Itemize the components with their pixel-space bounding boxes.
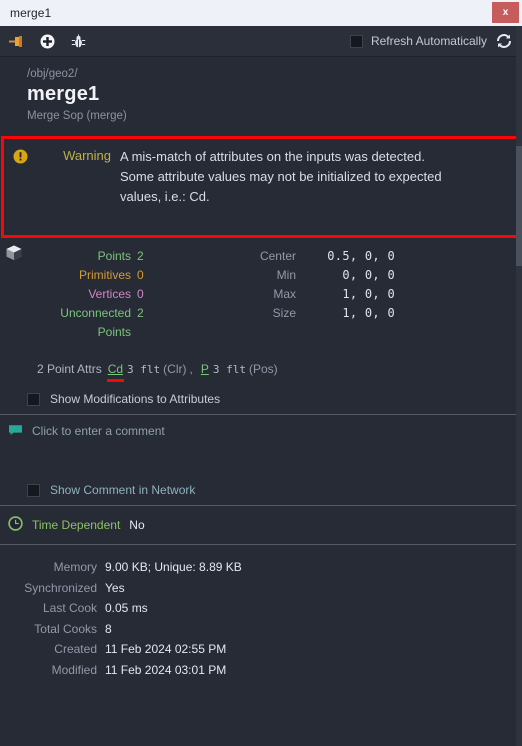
- scrollbar-thumb[interactable]: [516, 146, 522, 266]
- info-label: Last Cook: [42, 601, 97, 615]
- info-value: 0.05 ms: [105, 601, 148, 615]
- point-attrs-count: 2 Point Attrs: [37, 362, 102, 376]
- info-row-last-cook: Last Cook 0.05 ms: [0, 598, 522, 619]
- stat-row-center: Center 0.5, 0, 0: [237, 247, 417, 266]
- title-bar: merge1 x: [0, 0, 522, 26]
- info-row-total-cooks: Total Cooks 8: [0, 619, 522, 640]
- stat-label: Center: [259, 249, 296, 263]
- warning-box: Warning A mis-match of attributes on the…: [1, 136, 521, 238]
- comment-row[interactable]: Click to enter a comment: [0, 415, 522, 477]
- stat-value: 2: [137, 306, 144, 320]
- info-value: 11 Feb 2024 02:55 PM: [105, 642, 227, 656]
- geometry-left-column: Points 2 Primitives 0 Vertices 0 Unconne…: [27, 247, 237, 342]
- point-attrs-row: 2 Point Attrs Cd 3 flt (Clr) , P 3 flt (…: [0, 348, 522, 386]
- stat-row-points: Points 2: [27, 247, 237, 266]
- warning-icon: [10, 147, 30, 235]
- info-label: Memory: [53, 560, 97, 574]
- stat-label: Max: [273, 287, 296, 301]
- stat-value: 0.5, 0, 0: [327, 249, 395, 263]
- show-comment-in-network-label: Show Comment in Network: [50, 483, 196, 497]
- info-value: 8: [105, 621, 112, 636]
- info-label: Total Cooks: [34, 621, 97, 636]
- info-value: 9.00 KB; Unique: 8.89 KB: [105, 560, 242, 574]
- stat-value: 0: [137, 287, 144, 301]
- stat-row-max: Max 1, 0, 0: [237, 285, 417, 304]
- time-dependent-label: Time Dependent: [32, 518, 121, 532]
- attr-cd[interactable]: Cd: [106, 362, 125, 382]
- stat-label: Min: [276, 268, 296, 282]
- time-dependent-row: Time Dependent No: [0, 506, 522, 544]
- warning-label: Warning: [63, 148, 111, 163]
- comment-input[interactable]: Click to enter a comment: [32, 423, 165, 438]
- stat-value: 1, 0, 0: [342, 287, 395, 301]
- warning-body: Warning A mis-match of attributes on the…: [30, 147, 461, 235]
- info-row-created: Created 11 Feb 2024 02:55 PM: [0, 639, 522, 660]
- attr-cd-meta: 3 flt: [127, 363, 161, 376]
- stat-label: Primitives: [78, 268, 131, 282]
- attr-cd-kind: (Clr): [163, 362, 187, 376]
- comment-icon: [8, 423, 23, 443]
- attr-p-kind: (Pos): [248, 362, 278, 376]
- info-value: Yes: [105, 580, 125, 595]
- node-header: /obj/geo2/ merge1 Merge Sop (merge): [0, 57, 522, 136]
- attr-p[interactable]: P: [201, 362, 209, 376]
- show-modifications-checkbox[interactable]: [27, 392, 40, 406]
- pin-icon[interactable]: [8, 33, 25, 50]
- window-title: merge1: [10, 6, 52, 20]
- show-modifications-label: Show Modifications to Attributes: [50, 392, 221, 406]
- stat-row-vertices: Vertices 0: [27, 285, 237, 304]
- stat-value: 2: [137, 249, 144, 263]
- node-path: /obj/geo2/: [27, 68, 78, 80]
- refresh-automatically-label: Refresh Automatically: [370, 34, 487, 48]
- attr-separator: ,: [189, 362, 193, 376]
- info-row-memory: Memory 9.00 KB; Unique: 8.89 KB: [0, 557, 522, 578]
- bug-icon[interactable]: [70, 33, 87, 50]
- toolbar: Refresh Automatically: [0, 26, 522, 57]
- info-label: Created: [54, 642, 97, 656]
- geometry-stats: Points 2 Primitives 0 Vertices 0 Unconne…: [0, 238, 522, 348]
- stat-value: 0, 0, 0: [342, 268, 395, 282]
- cube-icon: [5, 244, 23, 262]
- stat-label: Points: [97, 249, 131, 263]
- stat-row-size: Size 1, 0, 0: [237, 304, 417, 323]
- info-table: Memory 9.00 KB; Unique: 8.89 KB Synchron…: [0, 545, 522, 680]
- info-row-modified: Modified 11 Feb 2024 03:01 PM: [0, 660, 522, 681]
- stat-row-min: Min 0, 0, 0: [237, 266, 417, 285]
- info-label: Synchronized: [24, 580, 97, 595]
- info-value: 11 Feb 2024 03:01 PM: [105, 662, 227, 677]
- geometry-right-column: Center 0.5, 0, 0 Min 0, 0, 0 Max 1, 0, 0…: [237, 247, 417, 342]
- node-type: Merge Sop (merge): [27, 110, 127, 122]
- attr-p-meta: 3 flt: [212, 363, 246, 376]
- info-row-synchronized: Synchronized Yes: [0, 578, 522, 599]
- clock-icon: [8, 516, 23, 534]
- time-dependent-value: No: [129, 518, 145, 532]
- show-comment-in-network-row[interactable]: Show Comment in Network: [0, 477, 522, 505]
- stat-row-unconnected-points: Unconnected Points 2: [27, 304, 237, 342]
- show-modifications-row[interactable]: Show Modifications to Attributes: [0, 386, 522, 414]
- node-name: merge1: [27, 83, 100, 105]
- toolbar-right-group: Refresh Automatically: [349, 33, 512, 50]
- vertical-scrollbar[interactable]: [516, 26, 522, 746]
- stat-label: Unconnected Points: [60, 306, 131, 339]
- info-label: Modified: [51, 662, 97, 677]
- stat-value: 0: [137, 268, 144, 282]
- toolbar-left-group: [8, 33, 87, 50]
- node-info-window: merge1 x Refresh Automatically /obj/geo2…: [0, 0, 522, 746]
- geometry-columns: Points 2 Primitives 0 Vertices 0 Unconne…: [0, 247, 522, 342]
- stat-value: 1, 0, 0: [342, 306, 395, 320]
- refresh-icon[interactable]: [495, 33, 512, 50]
- show-comment-in-network-checkbox[interactable]: [27, 483, 40, 497]
- stat-row-primitives: Primitives 0: [27, 266, 237, 285]
- add-icon[interactable]: [39, 33, 56, 50]
- stat-label: Size: [272, 306, 296, 320]
- close-button[interactable]: x: [492, 2, 519, 23]
- warning-text: A mis-match of attributes on the inputs …: [120, 149, 442, 205]
- refresh-automatically-checkbox[interactable]: [349, 34, 363, 48]
- stat-label: Vertices: [88, 287, 131, 301]
